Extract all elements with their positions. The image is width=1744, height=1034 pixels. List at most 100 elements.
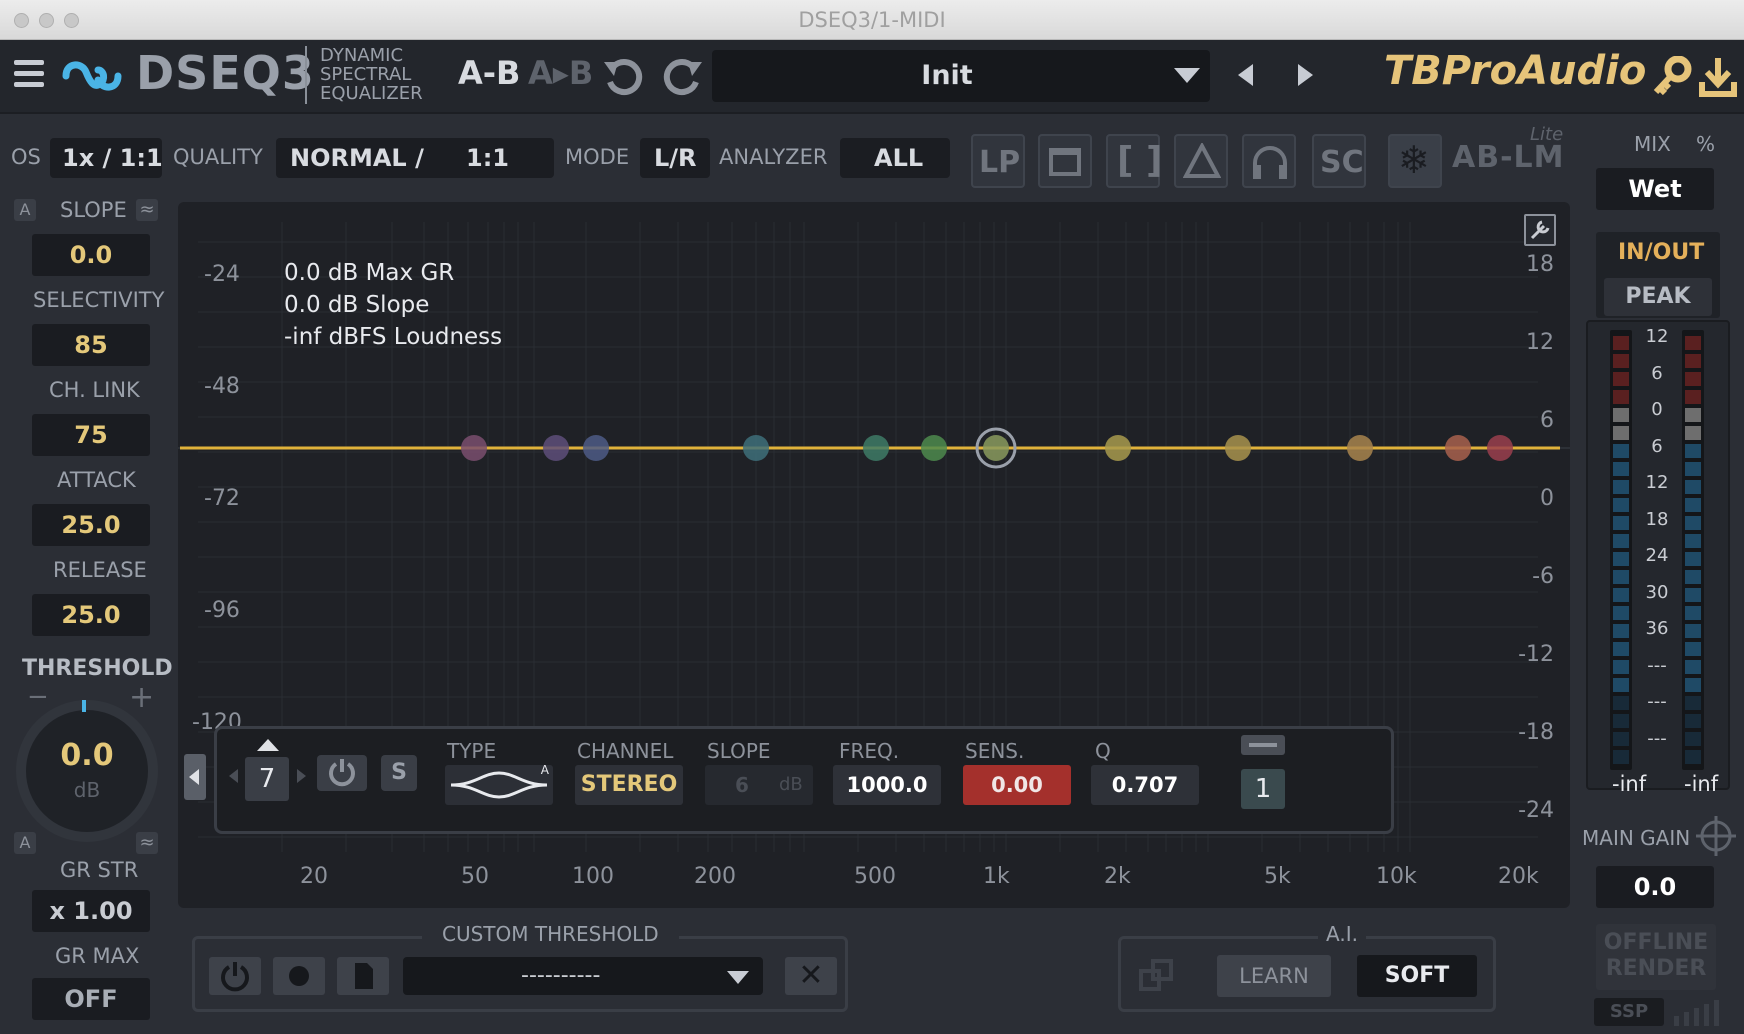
- band-node-6[interactable]: [921, 435, 947, 461]
- band-down-arrow-right[interactable]: [297, 769, 306, 783]
- wrench-icon: [1530, 220, 1550, 240]
- band-node-3[interactable]: [583, 435, 609, 461]
- threshold-link-icon[interactable]: ≈: [136, 832, 158, 854]
- band-up-arrow[interactable]: [257, 739, 279, 751]
- band-node-8[interactable]: [1105, 435, 1131, 461]
- sidechain-button[interactable]: SC: [1312, 134, 1366, 188]
- peak-button[interactable]: PEAK: [1604, 278, 1712, 316]
- threshold-minus[interactable]: −: [27, 682, 49, 712]
- undo-icon[interactable]: [602, 56, 646, 96]
- bracket-button[interactable]: [ ]: [1106, 134, 1163, 188]
- sc-label: SC: [1320, 145, 1364, 180]
- copy-icon[interactable]: [1137, 957, 1179, 997]
- right-meter-inf: -inf: [1684, 772, 1719, 796]
- meter-segment: [1685, 570, 1701, 584]
- bell-filter-icon: [450, 771, 548, 799]
- selectivity-field[interactable]: 85: [32, 324, 150, 366]
- next-preset-button[interactable]: [1298, 64, 1313, 86]
- band-link-button[interactable]: [1241, 735, 1285, 755]
- meter-segment: [1613, 678, 1629, 692]
- slope-field[interactable]: 0.0: [32, 234, 150, 276]
- ct-preset-selector[interactable]: ----------: [403, 957, 763, 995]
- band-node-4[interactable]: [743, 435, 769, 461]
- menu-icon[interactable]: [14, 60, 44, 90]
- main-gain-field[interactable]: 0.0: [1596, 866, 1714, 908]
- lp-button[interactable]: LP: [971, 134, 1025, 188]
- os-selector[interactable]: 1x / 1:1: [50, 138, 163, 178]
- ab-switch-button[interactable]: A-B: [458, 54, 520, 92]
- soft-button[interactable]: SOFT: [1357, 955, 1477, 997]
- sens-field[interactable]: 0.00: [963, 765, 1071, 805]
- band-page-button[interactable]: 1: [1241, 769, 1285, 809]
- meter-segment: [1685, 714, 1701, 728]
- threshold-auto-badge[interactable]: A: [14, 832, 36, 854]
- ct-clear-button[interactable]: ✕: [785, 957, 837, 995]
- loudness-readout: -inf dBFS Loudness: [284, 324, 503, 350]
- prev-preset-button[interactable]: [1238, 64, 1253, 86]
- inout-label[interactable]: IN/OUT: [1618, 240, 1704, 265]
- download-icon[interactable]: [1698, 56, 1738, 98]
- quality-value: NORMAL /: [290, 144, 424, 172]
- threshold-plus[interactable]: +: [129, 680, 154, 715]
- offline-render-button[interactable]: OFFLINE RENDER: [1596, 924, 1716, 990]
- band-power-button[interactable]: [317, 755, 367, 791]
- meter-scale-label: ---: [1647, 727, 1667, 749]
- ct-power-button[interactable]: [209, 957, 261, 995]
- slope-link-icon[interactable]: ≈: [136, 199, 158, 221]
- chevron-down-icon: [1174, 68, 1200, 83]
- key-icon[interactable]: [1652, 56, 1692, 98]
- resize-grip-icon[interactable]: [1668, 998, 1736, 1028]
- type-selector[interactable]: A: [445, 763, 553, 805]
- graph-settings-button[interactable]: [1524, 214, 1556, 246]
- ct-record-button[interactable]: [273, 957, 325, 995]
- threshold-knob[interactable]: 0.0 dB: [16, 700, 158, 842]
- meter-scale-label: 0: [1651, 399, 1663, 420]
- slope-auto-badge[interactable]: A: [14, 199, 36, 221]
- analyzer-selector[interactable]: ALL: [840, 138, 950, 178]
- headphones-button[interactable]: [1242, 134, 1296, 188]
- band-node-12[interactable]: [1487, 435, 1513, 461]
- grmax-field[interactable]: OFF: [32, 978, 150, 1020]
- prev-band-button[interactable]: [184, 754, 206, 800]
- band-down-arrow-left[interactable]: [229, 769, 238, 783]
- freq-field[interactable]: 1000.0: [833, 765, 941, 805]
- window-title: DSEQ3/1-MIDI: [798, 8, 946, 32]
- eq-graph[interactable]: 0.0 dB Max GR 0.0 dB Slope -inf dBFS Lou…: [178, 202, 1570, 908]
- crosshair-icon[interactable]: [1694, 814, 1738, 858]
- band-node-9[interactable]: [1225, 435, 1251, 461]
- band-node-2[interactable]: [543, 435, 569, 461]
- mode-selector[interactable]: L/R: [640, 138, 710, 178]
- ssp-button[interactable]: SSP: [1594, 998, 1664, 1026]
- slope-band-field[interactable]: 6 dB: [705, 765, 813, 805]
- band-node-11[interactable]: [1445, 435, 1471, 461]
- grstr-field[interactable]: x 1.00: [32, 890, 150, 932]
- quality-selector[interactable]: NORMAL / 1:1: [276, 138, 554, 178]
- window-toggle-button[interactable]: [1038, 134, 1092, 188]
- band-node-7[interactable]: [983, 435, 1009, 461]
- band-node-5[interactable]: [863, 435, 889, 461]
- grmax-label: GR MAX: [55, 944, 140, 968]
- mix-field[interactable]: Wet: [1596, 168, 1714, 210]
- redo-icon[interactable]: [660, 56, 704, 96]
- logo-subtitle-2: SPECTRAL: [320, 64, 412, 85]
- chlink-field[interactable]: 75: [32, 414, 150, 456]
- meter-segment: [1685, 678, 1701, 692]
- preset-selector[interactable]: Init: [712, 50, 1210, 102]
- learn-button[interactable]: LEARN: [1217, 955, 1331, 997]
- q-field[interactable]: 0.707: [1091, 765, 1199, 805]
- bracket-icon: [ ]: [1117, 140, 1163, 181]
- band-node-1[interactable]: [461, 435, 487, 461]
- band-node-10[interactable]: [1347, 435, 1373, 461]
- brand-logo[interactable]: TBProAudio: [1384, 48, 1646, 94]
- band-number-field[interactable]: 7: [245, 757, 289, 801]
- delta-button[interactable]: [1174, 134, 1228, 188]
- attack-field[interactable]: 25.0: [32, 504, 150, 546]
- freeze-button[interactable]: ❄: [1388, 134, 1442, 188]
- channel-selector[interactable]: STEREO: [575, 765, 683, 805]
- ab-copy-button[interactable]: A▸B: [528, 54, 593, 92]
- quality-ratio: 1:1: [466, 144, 509, 172]
- band-solo-button[interactable]: S: [381, 755, 417, 791]
- ct-file-button[interactable]: [337, 957, 389, 995]
- ablm-logo[interactable]: AB-LM: [1452, 140, 1565, 175]
- release-field[interactable]: 25.0: [32, 594, 150, 636]
